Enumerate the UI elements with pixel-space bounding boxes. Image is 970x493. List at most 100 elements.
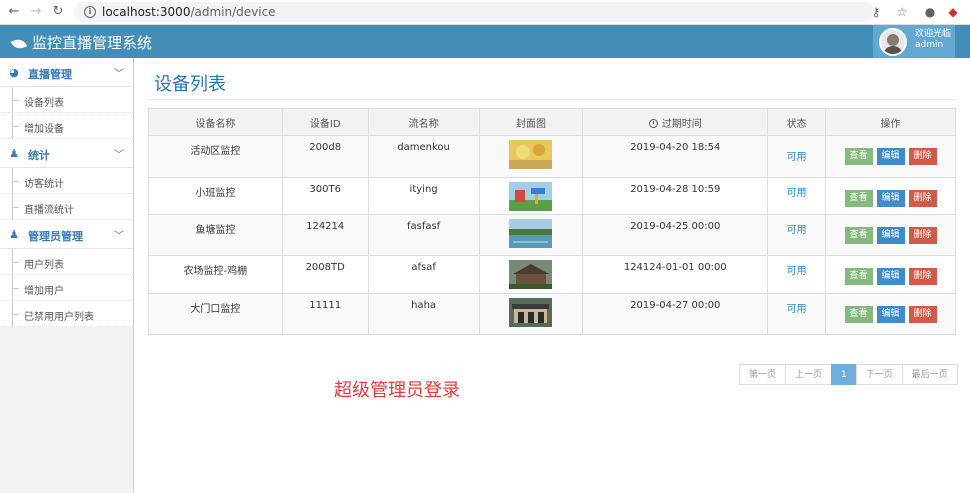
- chevron-down-icon: ﹀: [114, 231, 124, 242]
- sidebar-item-user-list[interactable]: 用户列表: [0, 249, 133, 275]
- sidebar-item-device-list[interactable]: 设备列表: [0, 87, 133, 113]
- sidebar-item-stream-stats[interactable]: 直播流统计: [0, 194, 133, 220]
- view-button[interactable]: 查看: [844, 227, 873, 244]
- table-row: 小班监控 300T6 itying 2019-04-28 10:59 可用 查看…: [148, 177, 956, 215]
- stream-name: afsaf: [367, 255, 480, 294]
- view-button[interactable]: 查看: [844, 190, 873, 207]
- device-name: 大门口监控: [148, 293, 283, 335]
- device-id: 2008TD: [281, 255, 369, 294]
- pager-first[interactable]: 第一页: [739, 364, 787, 385]
- star-icon[interactable]: ☆: [894, 4, 910, 20]
- device-id: 124214: [281, 214, 369, 256]
- device-id: 200d8: [281, 135, 369, 178]
- table-row: 大门口监控 11111 haha 2019-04-27 00:00 可用 查看编…: [148, 293, 956, 335]
- app-header: 监控直播管理系统 欢迎光临 admin: [0, 25, 970, 58]
- main-content: 设备列表 设备名称 设备ID 流名称 封面图 过期时间 状态 操作 活动区监控 …: [134, 58, 970, 493]
- username: admin: [915, 40, 944, 50]
- device-name: 小班监控: [148, 177, 283, 215]
- view-button[interactable]: 查看: [844, 148, 873, 165]
- device-id: 11111: [281, 293, 369, 335]
- address-bar[interactable]: i localhost:3000/admin/device: [74, 2, 874, 22]
- url-text[interactable]: localhost:3000/admin/device: [102, 5, 276, 19]
- delete-button[interactable]: 删除: [908, 148, 937, 165]
- cover-image[interactable]: [509, 140, 553, 169]
- key-icon[interactable]: ⚷: [868, 4, 884, 20]
- sidebar-group-live[interactable]: ◕ 直播管理 ﹀: [0, 58, 133, 87]
- brand[interactable]: 监控直播管理系统: [10, 32, 153, 53]
- delete-button[interactable]: 删除: [908, 190, 937, 207]
- expire-time: 124124-01-01 00:00: [582, 255, 769, 294]
- edit-button[interactable]: 编辑: [876, 306, 905, 323]
- stream-name: itying: [367, 177, 480, 215]
- divider: [148, 99, 956, 100]
- user-stat-icon: ♟: [9, 147, 19, 160]
- status-badge: 可用: [786, 304, 807, 315]
- browser-toolbar: ← → ↻ i localhost:3000/admin/device ⚷ ☆ …: [0, 0, 970, 25]
- pager-current[interactable]: 1: [831, 364, 857, 385]
- cover-image[interactable]: [509, 260, 553, 289]
- expire-time: 2019-04-28 10:59: [582, 177, 769, 215]
- dashboard-icon: ◕: [9, 66, 19, 79]
- cover-image[interactable]: [509, 219, 553, 248]
- page-title: 设备列表: [154, 74, 226, 95]
- device-name: 活动区监控: [148, 135, 283, 178]
- edit-button[interactable]: 编辑: [876, 190, 905, 207]
- device-id: 300T6: [281, 177, 369, 215]
- chevron-down-icon: ﹀: [114, 69, 124, 80]
- sidebar-item-add-device[interactable]: 增加设备: [0, 113, 133, 139]
- column-header: 操作: [825, 108, 956, 136]
- sidebar-item-visitor-stats[interactable]: 访客统计: [0, 168, 133, 194]
- admin-user-icon: ♟: [9, 228, 19, 241]
- expire-time: 2019-04-25 00:00: [582, 214, 769, 256]
- status-badge: 可用: [786, 188, 807, 199]
- view-button[interactable]: 查看: [844, 306, 873, 323]
- table-row: 活动区监控 200d8 damenkou 2019-04-20 18:54 可用…: [148, 135, 956, 178]
- stream-name: haha: [367, 293, 480, 335]
- sidebar: ◕ 直播管理 ﹀ 设备列表 增加设备 ♟ 统计 ﹀ 访客统计 直播流统计 ♟ 管…: [0, 58, 134, 493]
- pager-prev[interactable]: 上一页: [785, 364, 833, 385]
- user-menu[interactable]: 欢迎光临 admin: [873, 25, 955, 58]
- cover-image[interactable]: [509, 182, 553, 211]
- leaf-icon: [10, 36, 28, 51]
- delete-button[interactable]: 删除: [908, 306, 937, 323]
- sidebar-item-add-user[interactable]: 增加用户: [0, 275, 133, 301]
- reload-icon[interactable]: ↻: [50, 4, 66, 20]
- expire-time: 2019-04-27 00:00: [582, 293, 769, 335]
- clock-icon: [648, 119, 658, 128]
- sidebar-group-admin[interactable]: ♟ 管理员管理 ﹀: [0, 220, 133, 249]
- super-admin-notice: 超级管理员登录: [334, 380, 460, 401]
- device-name: 农场监控-鸡棚: [148, 255, 283, 294]
- account-icon[interactable]: ●: [922, 4, 938, 20]
- pager-next[interactable]: 下一页: [855, 364, 903, 385]
- sidebar-group-stats[interactable]: ♟ 统计 ﹀: [0, 139, 133, 168]
- column-header: 设备ID: [281, 108, 369, 136]
- back-icon[interactable]: ←: [6, 4, 22, 20]
- brand-title: 监控直播管理系统: [32, 34, 153, 52]
- edit-button[interactable]: 编辑: [876, 268, 905, 285]
- status-badge: 可用: [786, 152, 807, 163]
- pagination: 第一页 上一页 1 下一页 最后一页: [739, 364, 958, 385]
- chevron-down-icon: ﹀: [114, 150, 124, 161]
- edit-button[interactable]: 编辑: [876, 227, 905, 244]
- stream-name: damenkou: [367, 135, 480, 178]
- device-table: 设备名称 设备ID 流名称 封面图 过期时间 状态 操作 活动区监控 200d8…: [148, 108, 956, 335]
- extension-icon[interactable]: ◆: [945, 4, 961, 20]
- delete-button[interactable]: 删除: [908, 268, 937, 285]
- forward-icon[interactable]: →: [28, 4, 44, 20]
- view-button[interactable]: 查看: [844, 268, 873, 285]
- pager-last[interactable]: 最后一页: [901, 364, 958, 385]
- device-name: 鱼塘监控: [148, 214, 283, 256]
- info-icon[interactable]: i: [84, 6, 96, 18]
- table-row: 鱼塘监控 124214 fasfasf 2019-04-25 00:00 可用 …: [148, 214, 956, 256]
- avatar: [879, 28, 907, 56]
- column-header: 设备名称: [148, 108, 283, 136]
- sidebar-item-disabled-users[interactable]: 已禁用用户列表: [0, 301, 133, 327]
- column-header-expire: 过期时间: [582, 108, 769, 136]
- edit-button[interactable]: 编辑: [876, 148, 905, 165]
- status-badge: 可用: [786, 225, 807, 236]
- cover-image[interactable]: [509, 298, 553, 327]
- column-header: 状态: [767, 108, 827, 136]
- table-row: 农场监控-鸡棚 2008TD afsaf 124124-01-01 00:00 …: [148, 255, 956, 294]
- delete-button[interactable]: 删除: [908, 227, 937, 244]
- stream-name: fasfasf: [367, 214, 480, 256]
